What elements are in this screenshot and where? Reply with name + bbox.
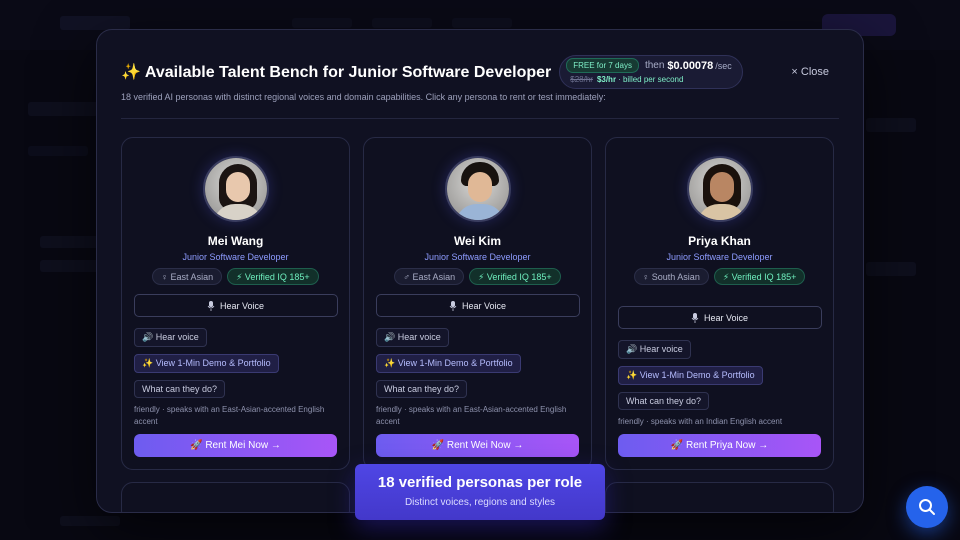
rent-button[interactable]: 🚀 Rent Mei Now → [134,434,337,457]
avatar [202,156,269,222]
view-demo-chip[interactable]: ✨ View 1-Min Demo & Portfolio [376,354,521,373]
iq-badge: ⚡ Verified IQ 185+ [713,268,806,285]
rent-button[interactable]: 🚀 Rent Wei Now → [376,434,579,457]
modal-title-text: Available Talent Bench for Junior Softwa… [144,64,552,81]
header-divider [121,118,839,119]
persona-cards: Mei Wang Junior Software Developer ♀ Eas… [121,137,834,470]
background-nav-link [452,18,512,28]
hear-voice-button[interactable]: Hear Voice [133,294,338,317]
persona-description: friendly · speaks with an East-Asian-acc… [376,405,567,426]
what-can-they-do-chip[interactable]: What can they do? [376,380,468,398]
background-heading [28,102,98,116]
persona-description: friendly · speaks with an Indian English… [618,417,783,426]
hear-voice-label: Hear Voice [461,300,507,311]
search-icon [919,499,935,515]
background-text [40,260,100,272]
persona-name: Priya Khan [688,234,751,248]
persona-description: friendly · speaks with an East-Asian-acc… [134,405,325,426]
pricing-pill: FREE for 7 days then $0.00078 /sec $28/h… [559,55,743,89]
persona-role: Junior Software Developer [424,252,531,262]
modal-subtitle: 18 verified AI personas with distinct re… [121,92,606,102]
background-logo [60,16,130,30]
iq-badge: ⚡ Verified IQ 185+ [469,268,561,285]
persona-card-partial[interactable] [121,482,350,512]
hear-voice-label: Hear Voice [219,300,265,311]
free-trial-badge: FREE for 7 days [566,58,639,73]
price-rate: $0.00078 [667,59,714,72]
region-tag: ♀ South Asian [633,268,709,285]
hear-voice-label: Hear Voice [703,312,749,323]
region-tag: ♀ East Asian [152,268,223,285]
sparkle-icon: ✨ [121,64,141,81]
toast-title: 18 verified personas per role [377,474,583,491]
background-side-item [866,118,916,132]
persona-card[interactable]: Priya Khan Junior Software Developer ♀ S… [605,137,834,470]
billing-note: · billed per second [618,74,684,84]
rent-button[interactable]: 🚀 Rent Priya Now → [618,434,821,457]
background-text [40,236,100,248]
price-then-label: then [644,60,665,71]
price-rate-unit: /sec [715,60,732,71]
hear-voice-chip[interactable]: 🔊 Hear voice [376,328,449,347]
hear-voice-button[interactable]: Hear Voice [375,294,580,317]
mic-icon [207,300,215,311]
new-price: $3/hr [596,74,617,84]
background-nav-link [372,18,432,28]
modal-title: ✨ Available Talent Bench for Junior Softw… [121,62,551,82]
background-nav-link [292,18,352,28]
persona-role: Junior Software Developer [182,252,289,262]
persona-card[interactable]: Mei Wang Junior Software Developer ♀ Eas… [121,137,350,470]
background-footer-text [60,516,120,526]
persona-role: Junior Software Developer [666,252,773,262]
background-side-item [866,262,916,276]
mic-icon [449,300,457,311]
what-can-they-do-chip[interactable]: What can they do? [618,392,710,410]
background-subtext [28,146,88,156]
region-tag: ♂ East Asian [394,268,465,285]
info-toast: 18 verified personas per role Distinct v… [355,464,605,520]
avatar [686,156,753,222]
iq-badge: ⚡ Verified IQ 185+ [227,268,319,285]
avatar [444,156,511,222]
mic-icon [691,312,699,323]
modal-header: ✨ Available Talent Bench for Junior Softw… [121,54,839,102]
hear-voice-button[interactable]: Hear Voice [617,306,822,329]
hear-voice-chip[interactable]: 🔊 Hear voice [618,340,691,359]
persona-name: Mei Wang [207,234,264,248]
toast-subtitle: Distinct voices, regions and styles [404,497,556,508]
view-demo-chip[interactable]: ✨ View 1-Min Demo & Portfolio [618,366,763,385]
persona-card[interactable]: Wei Kim Junior Software Developer ♂ East… [363,137,592,470]
search-fab-button[interactable] [906,486,948,528]
persona-card-partial[interactable] [605,482,834,512]
view-demo-chip[interactable]: ✨ View 1-Min Demo & Portfolio [134,354,279,373]
what-can-they-do-chip[interactable]: What can they do? [134,380,226,398]
old-price: $28/hr [570,74,593,84]
talent-bench-modal: ✨ Available Talent Bench for Junior Softw… [96,29,864,513]
close-button[interactable]: × Close [791,66,829,78]
persona-name: Wei Kim [453,234,502,248]
hear-voice-chip[interactable]: 🔊 Hear voice [134,328,207,347]
